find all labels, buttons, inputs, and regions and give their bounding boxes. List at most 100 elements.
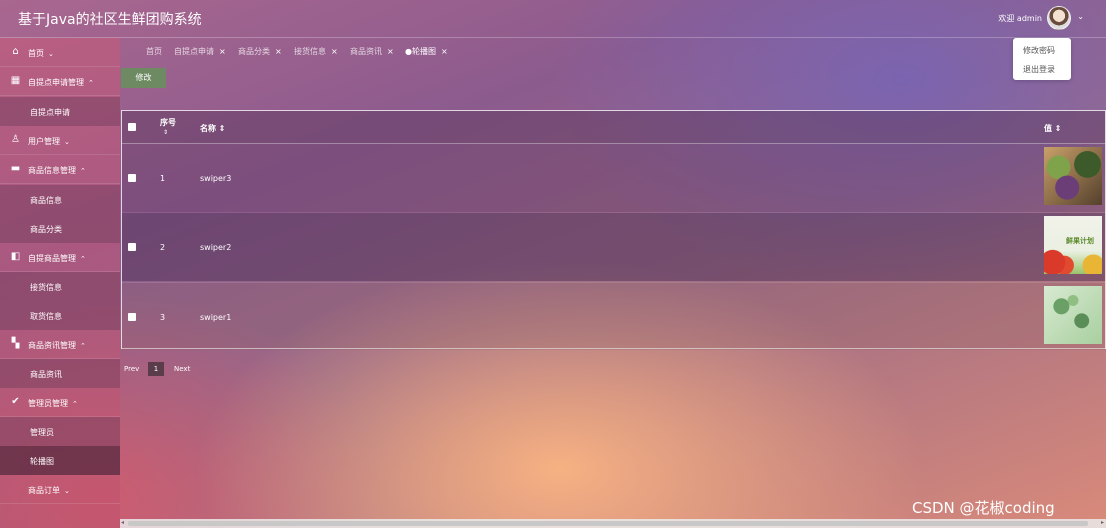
sidebar-item-label: 接货信息 bbox=[30, 283, 62, 292]
sidebar-item-label: 取货信息 bbox=[30, 312, 62, 321]
sidebar-item-pickup-goods-mgmt[interactable]: ◧ 自提商品管理 ⌃ bbox=[0, 243, 120, 272]
tab-goods-news[interactable]: 商品资讯 × bbox=[350, 46, 394, 57]
top-header: 基于Java的社区生鲜团购系统 欢迎 admin ⌄ bbox=[0, 0, 1106, 38]
row-name: swiper1 bbox=[200, 313, 232, 322]
row-name: swiper2 bbox=[200, 243, 232, 252]
sidebar-item-home[interactable]: ⌂ 首页 ⌄ bbox=[0, 38, 120, 67]
tab-label: 商品资讯 bbox=[350, 47, 382, 56]
table-row[interactable]: 1 swiper3 bbox=[122, 144, 1105, 212]
welcome-text: 欢迎 admin bbox=[998, 14, 1042, 23]
sidebar-item-label: 管理员 bbox=[30, 428, 54, 437]
scrollbar-thumb[interactable] bbox=[128, 521, 1088, 526]
column-header-value[interactable]: 值 ⇕ bbox=[1044, 123, 1062, 134]
sidebar-subitem-receive-info[interactable]: 接货信息 bbox=[0, 272, 120, 301]
sidebar-item-label: 自提点申请 bbox=[30, 108, 70, 117]
chevron-down-icon: ⌄ bbox=[48, 50, 54, 58]
sidebar: ⌂ 首页 ⌄ ▦ 自提点申请管理 ⌃ 自提点申请 ♙ 用户管理 ⌄ ▬ 商品信息管理 ⌃… bbox=[0, 38, 120, 528]
tab-label: 首页 bbox=[146, 47, 162, 56]
sidebar-item-label: 首页 bbox=[28, 49, 44, 58]
sidebar-item-label: 轮播图 bbox=[30, 457, 54, 466]
sidebar-item-label: 自提商品管理 bbox=[28, 254, 76, 263]
close-icon[interactable]: × bbox=[441, 47, 448, 56]
current-page-button[interactable]: 1 bbox=[148, 362, 164, 376]
sidebar-item-label: 管理员管理 bbox=[28, 399, 68, 408]
watermark: CSDN @花椒coding bbox=[912, 499, 1055, 517]
column-header-name[interactable]: 名称 ⇕ bbox=[200, 123, 226, 134]
tab-receive-info[interactable]: 接货信息 × bbox=[294, 46, 338, 57]
box-icon: ▬ bbox=[10, 163, 21, 174]
table-row[interactable]: 2 swiper2 鲜果计划 bbox=[122, 213, 1105, 281]
row-checkbox[interactable] bbox=[128, 174, 136, 182]
chevron-down-icon[interactable]: ⌄ bbox=[1077, 12, 1084, 21]
chevron-up-icon: ⌃ bbox=[80, 342, 86, 350]
vegetables-photo bbox=[1044, 147, 1102, 205]
sidebar-subitem-pickup-info[interactable]: 取货信息 bbox=[0, 301, 120, 330]
sidebar-subitem-carousel[interactable]: 轮播图 bbox=[0, 446, 120, 475]
check-circle-icon: ✔ bbox=[11, 396, 20, 407]
chevron-up-icon: ⌃ bbox=[80, 255, 86, 263]
row-checkbox[interactable] bbox=[128, 243, 136, 251]
row-index: 1 bbox=[160, 174, 166, 183]
tab-home[interactable]: 首页 bbox=[146, 46, 162, 57]
scroll-left-icon[interactable]: ◂ bbox=[121, 519, 124, 526]
sidebar-subitem-admin[interactable]: 管理员 bbox=[0, 417, 120, 446]
close-icon[interactable]: × bbox=[387, 47, 394, 56]
greens-photo bbox=[1044, 286, 1102, 344]
chevron-down-icon: ⌄ bbox=[64, 138, 70, 146]
sidebar-item-label: 商品分类 bbox=[30, 225, 62, 234]
row-checkbox[interactable] bbox=[128, 313, 136, 321]
tab-label: 自提点申请 bbox=[174, 47, 214, 56]
app-title: 基于Java的社区生鲜团购系统 bbox=[18, 12, 202, 28]
table-header: 序号 ⇕ 名称 ⇕ 值 ⇕ bbox=[122, 111, 1105, 144]
row-name: swiper3 bbox=[200, 174, 232, 183]
row-index: 3 bbox=[160, 313, 166, 322]
sidebar-item-label: 自提点申请管理 bbox=[28, 78, 84, 87]
sidebar-item-user-mgmt[interactable]: ♙ 用户管理 ⌄ bbox=[0, 126, 120, 155]
tab-label: ●轮播图 bbox=[405, 47, 436, 56]
horizontal-scrollbar[interactable]: ◂ ▸ bbox=[120, 519, 1106, 528]
sidebar-item-goods-news-mgmt[interactable]: ▚ 商品资讯管理 ⌃ bbox=[0, 330, 120, 359]
home-icon: ⌂ bbox=[12, 46, 19, 57]
chevron-down-icon: ⌄ bbox=[64, 487, 70, 495]
store-icon: ▦ bbox=[10, 75, 21, 86]
chevron-up-icon: ⌃ bbox=[88, 79, 94, 87]
sidebar-item-pickup-apply-mgmt[interactable]: ▦ 自提点申请管理 ⌃ bbox=[0, 67, 120, 96]
sidebar-item-admin-mgmt[interactable]: ✔ 管理员管理 ⌃ bbox=[0, 388, 120, 417]
user-dropdown-menu: 修改密码 退出登录 bbox=[1013, 38, 1071, 80]
sidebar-subitem-goods-news[interactable]: 商品资讯 bbox=[0, 359, 120, 388]
user-icon: ♙ bbox=[11, 134, 20, 145]
tab-carousel[interactable]: ●轮播图 × bbox=[405, 46, 448, 57]
next-page-button[interactable]: Next bbox=[174, 365, 190, 373]
sidebar-item-label: 商品资讯 bbox=[30, 370, 62, 379]
sidebar-item-label: 商品订单 bbox=[28, 486, 60, 495]
sidebar-subitem-goods-info[interactable]: 商品信息 bbox=[0, 185, 120, 214]
sidebar-item-goods-info-mgmt[interactable]: ▬ 商品信息管理 ⌃ bbox=[0, 155, 120, 184]
tab-label: 接货信息 bbox=[294, 47, 326, 56]
panel-icon: ◧ bbox=[10, 251, 21, 262]
close-icon[interactable]: × bbox=[331, 47, 338, 56]
column-header-index[interactable]: 序号 bbox=[160, 117, 176, 128]
carousel-table: 序号 ⇕ 名称 ⇕ 值 ⇕ 1 swiper3 2 swiper2 鲜果计划 3… bbox=[121, 110, 1106, 350]
prev-page-button[interactable]: Prev bbox=[124, 365, 139, 373]
sort-icon[interactable]: ⇕ bbox=[163, 129, 168, 136]
close-icon[interactable]: × bbox=[275, 47, 282, 56]
tab-goods-category[interactable]: 商品分类 × bbox=[238, 46, 282, 57]
chevron-up-icon: ⌃ bbox=[80, 167, 86, 175]
scroll-right-icon[interactable]: ▸ bbox=[1101, 519, 1104, 526]
edit-button[interactable]: 修改 bbox=[121, 68, 166, 88]
sidebar-item-label: 商品信息 bbox=[30, 196, 62, 205]
logout-menu-item[interactable]: 退出登录 bbox=[1023, 64, 1055, 75]
select-all-checkbox[interactable] bbox=[128, 123, 136, 131]
avatar[interactable] bbox=[1047, 6, 1071, 30]
sidebar-item-goods-order[interactable]: 商品订单 ⌄ bbox=[0, 475, 120, 504]
row-index: 2 bbox=[160, 243, 166, 252]
sidebar-subitem-pickup-apply[interactable]: 自提点申请 bbox=[0, 97, 120, 126]
sidebar-subitem-goods-category[interactable]: 商品分类 bbox=[0, 214, 120, 243]
tomatoes-banner: 鲜果计划 bbox=[1044, 216, 1102, 274]
change-password-menu-item[interactable]: 修改密码 bbox=[1023, 45, 1055, 56]
tab-pickup-apply[interactable]: 自提点申请 × bbox=[174, 46, 226, 57]
tab-label: 商品分类 bbox=[238, 47, 270, 56]
table-row[interactable]: 3 swiper1 bbox=[122, 282, 1105, 350]
banner-text: 鲜果计划 bbox=[1066, 237, 1094, 245]
close-icon[interactable]: × bbox=[219, 47, 226, 56]
